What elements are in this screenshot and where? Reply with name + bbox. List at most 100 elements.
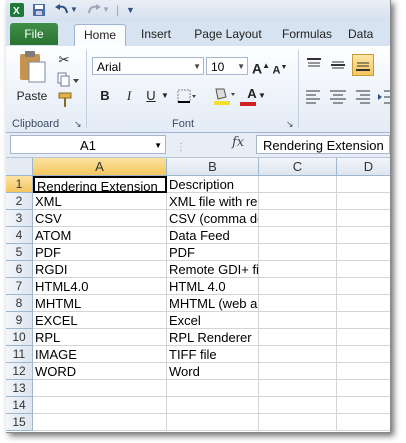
table-cell[interactable]: Description [167, 176, 259, 193]
bottom-align-icon[interactable] [352, 54, 374, 76]
redo-dropdown-icon[interactable]: ▼ [102, 3, 110, 17]
table-cell[interactable] [337, 278, 390, 295]
undo-dropdown-icon[interactable]: ▼ [70, 3, 78, 17]
table-cell[interactable] [259, 176, 337, 193]
row-header[interactable]: 9 [6, 312, 33, 329]
table-cell[interactable]: WORD [33, 363, 167, 380]
row-header[interactable]: 11 [6, 346, 33, 363]
table-cell[interactable]: Remote GDI+ file [167, 261, 259, 278]
table-cell[interactable] [259, 363, 337, 380]
underline-button[interactable]: U [144, 88, 158, 104]
table-cell[interactable] [33, 380, 167, 397]
row-header[interactable]: 15 [6, 414, 33, 431]
table-cell[interactable] [259, 244, 337, 261]
table-cell[interactable]: MHTML (web archive) [167, 295, 259, 312]
row-header[interactable]: 12 [6, 363, 33, 380]
borders-icon[interactable] [176, 88, 196, 104]
table-cell[interactable] [337, 210, 390, 227]
row-header[interactable]: 3 [6, 210, 33, 227]
undo-icon[interactable] [54, 3, 70, 17]
tab-formulas[interactable]: Formulas [276, 24, 338, 46]
table-cell[interactable] [259, 380, 337, 397]
select-all-corner[interactable] [6, 158, 33, 176]
table-cell[interactable]: HTML4.0 [33, 278, 167, 295]
table-cell[interactable] [337, 176, 390, 193]
table-cell[interactable] [259, 210, 337, 227]
table-cell[interactable] [337, 363, 390, 380]
align-right-icon[interactable] [352, 88, 372, 106]
shrink-font-button[interactable]: A▼ [272, 60, 288, 79]
table-cell[interactable]: XML [33, 193, 167, 210]
column-header-a[interactable]: A [33, 158, 167, 176]
middle-align-icon[interactable] [328, 56, 348, 74]
underline-dropdown-icon[interactable]: ▼ [160, 88, 170, 104]
table-cell[interactable] [337, 227, 390, 244]
table-cell[interactable] [337, 295, 390, 312]
table-cell[interactable] [33, 414, 167, 431]
font-color-button[interactable]: A ▼ [240, 86, 266, 106]
redo-icon[interactable] [86, 3, 102, 17]
table-cell[interactable]: PDF [33, 244, 167, 261]
top-align-icon[interactable] [304, 56, 324, 74]
table-cell[interactable]: Data Feed [167, 227, 259, 244]
grow-font-button[interactable]: A▲ [252, 58, 270, 77]
table-cell[interactable] [337, 193, 390, 210]
save-icon[interactable] [32, 3, 46, 17]
table-cell[interactable] [337, 329, 390, 346]
column-header-b[interactable]: B [167, 158, 259, 176]
table-cell[interactable] [259, 227, 337, 244]
table-cell[interactable]: Word [167, 363, 259, 380]
table-cell[interactable] [259, 346, 337, 363]
table-cell[interactable] [259, 295, 337, 312]
table-cell[interactable] [337, 312, 390, 329]
row-header[interactable]: 8 [6, 295, 33, 312]
customize-qat-icon[interactable]: ▼ [126, 3, 135, 17]
cut-icon[interactable]: ✂ [56, 52, 72, 68]
table-cell[interactable]: RGDI [33, 261, 167, 278]
row-header[interactable]: 1 [6, 176, 33, 193]
table-cell[interactable] [259, 261, 337, 278]
formula-input[interactable]: Rendering Extension [256, 135, 390, 154]
font-dialog-launcher-icon[interactable]: ↘ [286, 119, 294, 130]
align-left-icon[interactable] [304, 88, 324, 106]
table-cell[interactable] [337, 380, 390, 397]
row-header[interactable]: 4 [6, 227, 33, 244]
table-cell[interactable]: RPL [33, 329, 167, 346]
font-name-combo[interactable]: Arial ▼ [92, 57, 204, 75]
table-cell[interactable] [167, 397, 259, 414]
table-cell[interactable]: IMAGE [33, 346, 167, 363]
table-cell[interactable]: MHTML [33, 295, 167, 312]
row-header[interactable]: 6 [6, 261, 33, 278]
paste-button[interactable]: Paste [14, 50, 50, 110]
table-cell[interactable]: TIFF file [167, 346, 259, 363]
row-header[interactable]: 13 [6, 380, 33, 397]
format-painter-icon[interactable] [56, 92, 74, 108]
table-cell[interactable] [259, 278, 337, 295]
table-cell[interactable]: Rendering Extension [33, 176, 167, 193]
table-cell[interactable]: Excel [167, 312, 259, 329]
table-cell[interactable] [337, 346, 390, 363]
table-cell[interactable]: HTML 4.0 [167, 278, 259, 295]
table-cell[interactable] [259, 414, 337, 431]
table-cell[interactable]: XML file with report data [167, 193, 259, 210]
column-header-c[interactable]: C [259, 158, 337, 176]
table-cell[interactable] [167, 380, 259, 397]
spreadsheet-grid[interactable]: A B C D 1 Rendering Extension Description 2… [6, 158, 390, 432]
row-header[interactable]: 5 [6, 244, 33, 261]
clipboard-dialog-launcher-icon[interactable]: ↘ [74, 119, 82, 130]
copy-icon[interactable] [56, 72, 80, 88]
table-cell[interactable] [259, 329, 337, 346]
row-header[interactable]: 10 [6, 329, 33, 346]
italic-button[interactable]: I [122, 88, 136, 104]
table-cell[interactable]: RPL Renderer [167, 329, 259, 346]
indent-icon[interactable] [376, 88, 390, 106]
table-cell[interactable] [167, 414, 259, 431]
row-header[interactable]: 14 [6, 397, 33, 414]
insert-function-button[interactable]: fx [232, 135, 244, 150]
tab-page-layout[interactable]: Page Layout [190, 24, 266, 46]
table-cell[interactable] [259, 312, 337, 329]
table-cell[interactable] [337, 397, 390, 414]
table-cell[interactable] [259, 193, 337, 210]
column-header-d[interactable]: D [337, 158, 390, 176]
table-cell[interactable]: PDF [167, 244, 259, 261]
